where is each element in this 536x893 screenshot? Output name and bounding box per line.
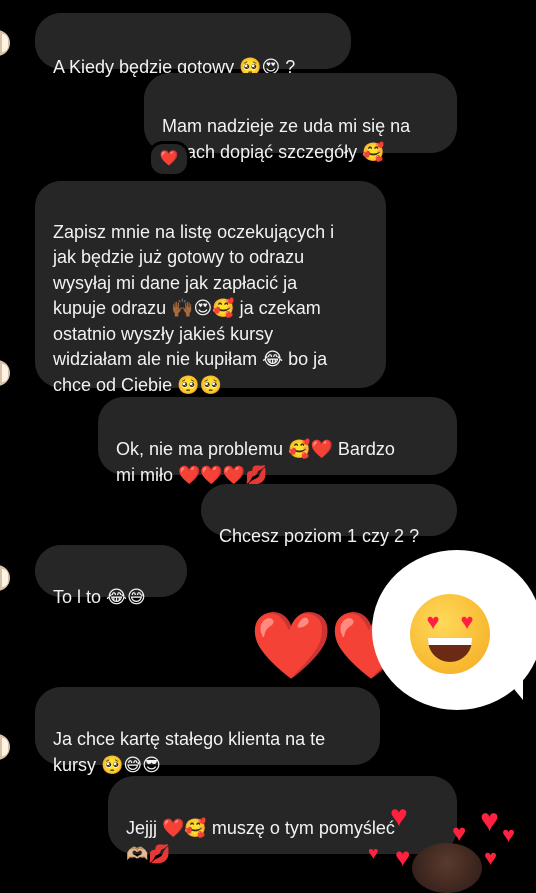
avatar-icon[interactable] xyxy=(0,734,10,760)
heart-reaction-icon: ❤️ xyxy=(159,150,179,167)
message-text: Zapisz mnie na listę oczekujących i jak … xyxy=(53,221,335,395)
avatar-icon[interactable] xyxy=(0,565,10,591)
floating-heart-icon: ♥ xyxy=(484,845,498,870)
avatar-peek xyxy=(412,843,482,893)
message-text: To l to 😂😅 xyxy=(53,587,146,607)
avatar-icon[interactable] xyxy=(0,30,10,56)
message-bubble-received[interactable]: To l to 😂😅 xyxy=(35,545,187,607)
floating-heart-icon: ♥ xyxy=(395,842,411,872)
message-text: Jejjj ❤️🥰 muszę o tym pomyśleć 🫶🏼💋 xyxy=(126,818,395,864)
sticker-tail xyxy=(505,678,523,700)
heart-eye-left-icon: ♥ xyxy=(426,609,440,634)
message-bubble-received[interactable]: A Kiedy będzie gotowy 🥺😍 ? xyxy=(35,13,351,77)
floating-heart-icon: ♥ xyxy=(390,800,408,833)
heart-eye-right-icon: ♥ xyxy=(460,609,474,634)
smile-mouth xyxy=(428,638,472,662)
floating-heart-icon: ♥ xyxy=(502,822,516,847)
message-text: Ja chce kartę stałego klienta na te kurs… xyxy=(53,729,326,775)
message-bubble-sent[interactable]: Chcesz poziom 1 czy 2 ? xyxy=(201,484,457,546)
message-text: Chcesz poziom 1 czy 2 ? xyxy=(219,526,420,546)
floating-heart-icon: ♥ xyxy=(368,843,379,863)
avatar-icon[interactable] xyxy=(0,360,10,386)
message-bubble-received[interactable]: Zapisz mnie na listę oczekujących i jak … xyxy=(35,181,386,395)
message-text: Ok, nie ma problemu 🥰❤️ Bardzo mi miło ❤… xyxy=(116,439,395,485)
message-bubble-received[interactable]: Ja chce kartę stałego klienta na te kurs… xyxy=(35,687,380,775)
message-bubble-sent[interactable]: Ok, nie ma problemu 🥰❤️ Bardzo mi miło ❤… xyxy=(98,397,457,485)
message-text: Mam nadzieje ze uda mi się na dniach dop… xyxy=(162,116,411,162)
floating-heart-icon: ♥ xyxy=(480,802,499,838)
reaction-heart-badge[interactable]: ❤️ xyxy=(148,141,190,177)
heart-eyes-emoji-icon: ♥ ♥ xyxy=(410,594,490,674)
message-bubble-sent[interactable]: Mam nadzieje ze uda mi się na dniach dop… xyxy=(144,73,457,162)
